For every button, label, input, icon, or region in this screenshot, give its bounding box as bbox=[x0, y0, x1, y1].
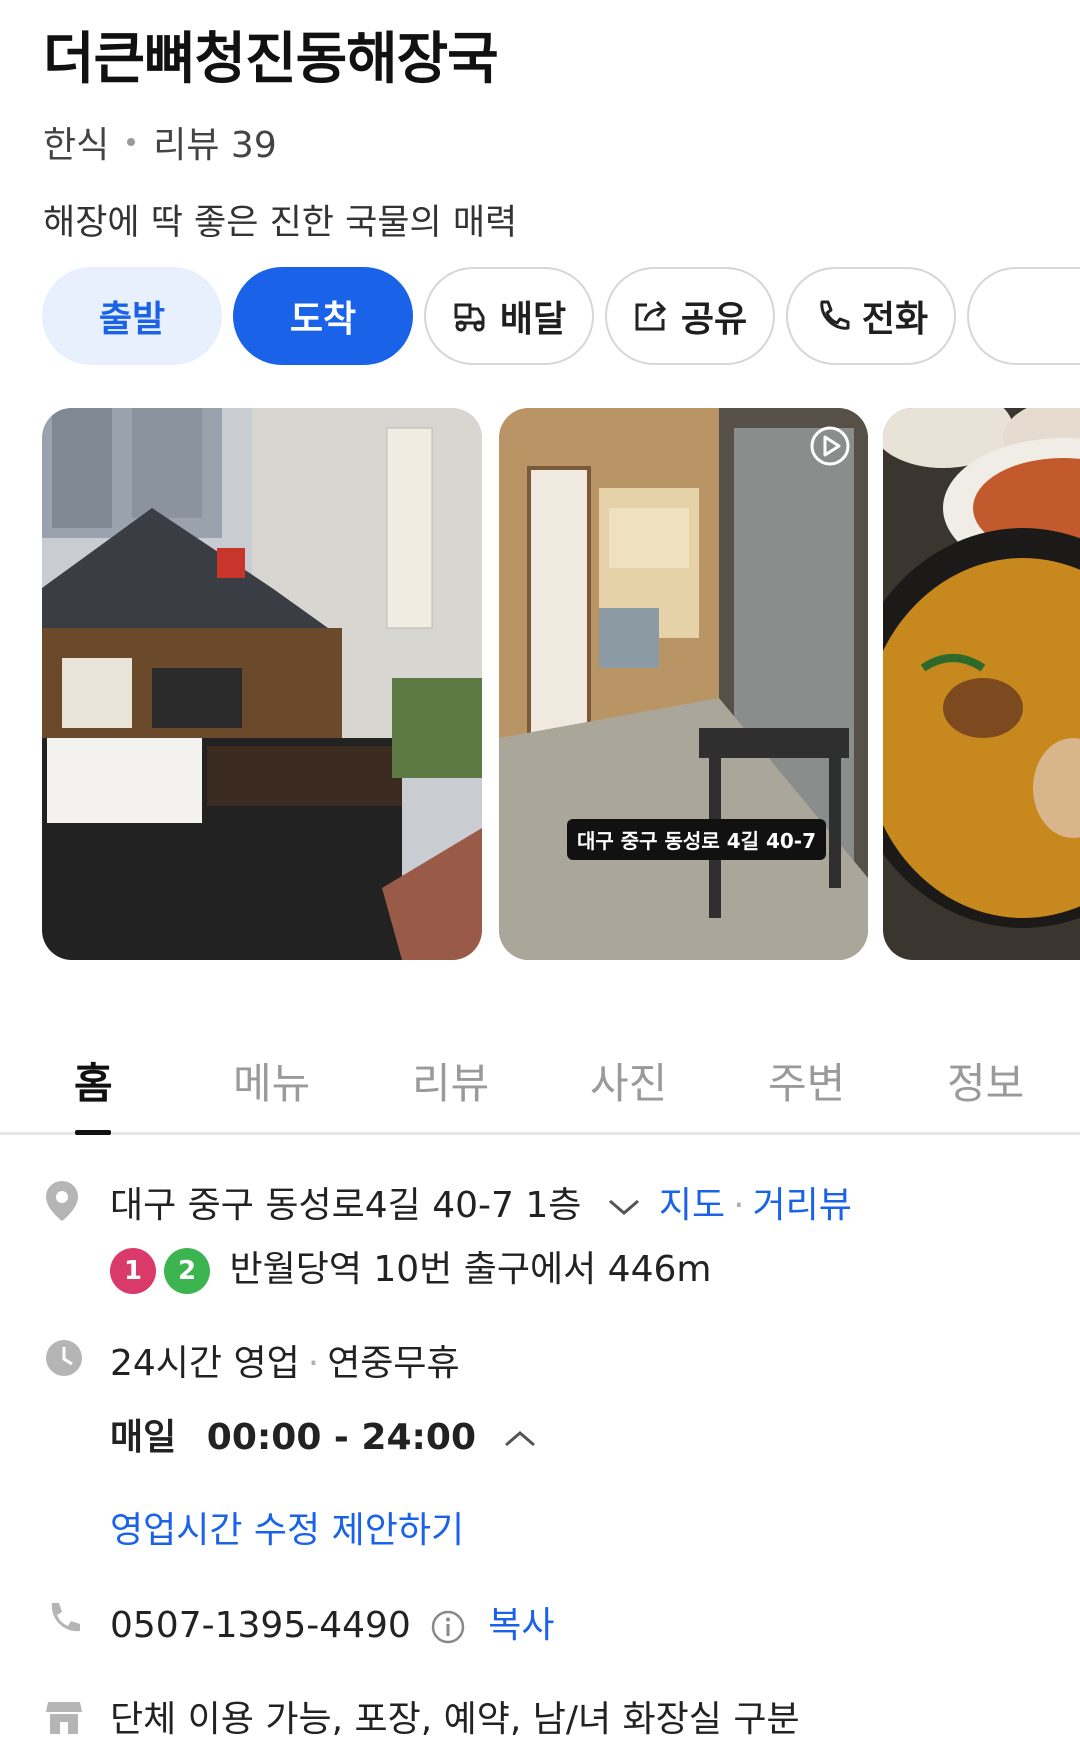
map-link[interactable]: 지도 bbox=[659, 1185, 725, 1226]
storefront-illustration bbox=[42, 408, 482, 960]
subway-directions: 반월당역 10번 출구에서 446m bbox=[229, 1249, 712, 1290]
interior-illustration bbox=[499, 408, 868, 960]
chevron-down-icon[interactable] bbox=[607, 1197, 641, 1217]
start-label: 출발 bbox=[98, 299, 166, 340]
holiday-text: 연중무휴 bbox=[327, 1343, 460, 1384]
tab-home[interactable]: 홈 bbox=[74, 1050, 113, 1111]
separator-dot: · bbox=[307, 1343, 320, 1384]
tab-reviews[interactable]: 리뷰 bbox=[412, 1050, 489, 1111]
street-view-link[interactable]: 거리뷰 bbox=[753, 1185, 852, 1226]
amenities-text: 단체 이용 가능, 포장, 예약, 남/녀 화장실 구분 bbox=[110, 1699, 800, 1740]
photo-carousel[interactable]: 대구 중구 동성로 4길 40-7 bbox=[42, 408, 1080, 960]
tab-nearby[interactable]: 주변 bbox=[768, 1050, 845, 1111]
copy-phone-button[interactable]: 복사 bbox=[488, 1605, 554, 1646]
phone-number[interactable]: 0507-1395-4490 bbox=[110, 1605, 411, 1646]
more-action-button[interactable] bbox=[967, 267, 1080, 365]
store-icon bbox=[46, 1702, 82, 1734]
start-button[interactable]: 출발 bbox=[42, 267, 222, 365]
hours-day: 매일 bbox=[110, 1417, 177, 1458]
tab-info[interactable]: 정보 bbox=[947, 1050, 1024, 1111]
chevron-up-icon[interactable] bbox=[503, 1429, 537, 1449]
clock-icon bbox=[46, 1340, 82, 1376]
delivery-scooter-icon bbox=[454, 303, 485, 332]
location-pin-icon bbox=[46, 1181, 78, 1221]
action-bar: 출발 도착 배달 공유 전화 bbox=[42, 267, 1080, 367]
category-label: 한식 bbox=[43, 125, 110, 166]
share-button[interactable]: 공유 bbox=[605, 267, 775, 365]
place-description: 해장에 딱 좋은 진한 국물의 매력 bbox=[43, 203, 518, 243]
suggest-hours-link[interactable]: 영업시간 수정 제안하기 bbox=[110, 1501, 464, 1553]
place-header: 더큰뼈청진동해장국 한식 리뷰 39 해장에 딱 좋은 진한 국물의 매력 bbox=[43, 20, 1043, 245]
info-icon[interactable] bbox=[430, 1609, 466, 1645]
tab-menu[interactable]: 메뉴 bbox=[233, 1050, 310, 1111]
hours-time: 00:00 - 24:00 bbox=[206, 1417, 476, 1458]
subway-line-1-badge: 1 bbox=[110, 1248, 156, 1294]
video-play-icon[interactable] bbox=[808, 424, 852, 468]
interior-video[interactable]: 대구 중구 동성로 4길 40-7 bbox=[499, 408, 868, 960]
separator-dot bbox=[127, 138, 136, 146]
storefront-photo[interactable] bbox=[42, 408, 482, 960]
separator-dot: · bbox=[733, 1185, 745, 1226]
delivery-button[interactable]: 배달 bbox=[424, 267, 594, 365]
share-label: 공유 bbox=[680, 299, 748, 340]
place-title: 더큰뼈청진동해장국 bbox=[43, 27, 499, 92]
food-photo[interactable] bbox=[883, 408, 1080, 960]
share-icon bbox=[635, 300, 666, 331]
call-label: 전화 bbox=[861, 299, 929, 340]
active-tab-indicator bbox=[75, 1130, 111, 1135]
subway-line-2-badge: 2 bbox=[164, 1248, 210, 1294]
hours-status: 24시간 영업 bbox=[110, 1343, 300, 1384]
arrive-label: 도착 bbox=[289, 299, 357, 340]
delivery-label: 배달 bbox=[499, 299, 567, 340]
tab-bar: 홈 메뉴 리뷰 사진 주변 정보 bbox=[0, 1030, 1080, 1135]
address-text: 대구 중구 동성로4길 40-7 1층 bbox=[110, 1185, 582, 1226]
place-meta: 한식 리뷰 39 bbox=[43, 116, 1043, 168]
review-count-link[interactable]: 리뷰 39 bbox=[153, 116, 277, 168]
video-caption: 대구 중구 동성로 4길 40-7 bbox=[567, 819, 827, 860]
call-button[interactable]: 전화 bbox=[786, 267, 956, 365]
soup-illustration bbox=[883, 408, 1080, 960]
phone-icon bbox=[820, 300, 850, 330]
tab-photos[interactable]: 사진 bbox=[590, 1050, 667, 1111]
arrive-button[interactable]: 도착 bbox=[233, 267, 413, 365]
phone-icon bbox=[51, 1603, 80, 1632]
